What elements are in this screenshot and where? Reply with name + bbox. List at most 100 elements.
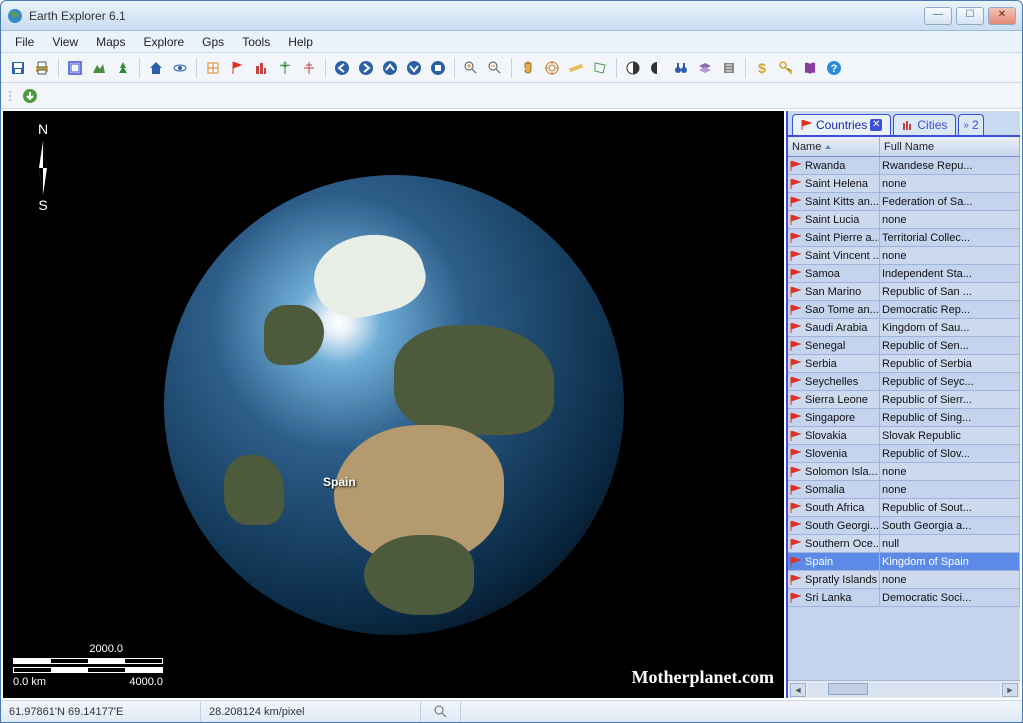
table-row[interactable]: SlovakiaSlovak Republic xyxy=(788,427,1020,445)
table-row[interactable]: Saint Helenanone xyxy=(788,175,1020,193)
cell-fullname: null xyxy=(880,535,1020,552)
table-row[interactable]: Somalianone xyxy=(788,481,1020,499)
menu-view[interactable]: View xyxy=(44,33,86,51)
table-row[interactable]: Sao Tome an...Democratic Rep... xyxy=(788,301,1020,319)
zoom-in-icon[interactable] xyxy=(460,57,482,79)
col-fullname[interactable]: Full Name xyxy=(880,137,1020,156)
table-row[interactable]: SloveniaRepublic of Slov... xyxy=(788,445,1020,463)
palm-icon[interactable] xyxy=(274,57,296,79)
flag-icon xyxy=(790,305,802,315)
status-search[interactable] xyxy=(421,701,461,722)
scroll-thumb[interactable] xyxy=(828,683,868,695)
settings-icon[interactable] xyxy=(718,57,740,79)
close-button[interactable]: ✕ xyxy=(988,7,1016,25)
flag-icon xyxy=(790,161,802,171)
print-icon[interactable] xyxy=(31,57,53,79)
table-row[interactable]: Spratly Islandsnone xyxy=(788,571,1020,589)
table-row[interactable]: RwandaRwandese Repu... xyxy=(788,157,1020,175)
map-view[interactable]: Spain N S 2000.0 0.0 km4000.0 Motherplan… xyxy=(3,111,784,698)
fullscreen-icon[interactable] xyxy=(64,57,86,79)
table-row[interactable]: Saint Lucianone xyxy=(788,211,1020,229)
toolbar-gripper[interactable] xyxy=(7,91,13,101)
col-name[interactable]: Name xyxy=(788,137,880,156)
flag-red-icon[interactable] xyxy=(226,57,248,79)
svg-text:$: $ xyxy=(758,60,766,76)
tab-close-icon[interactable]: ✕ xyxy=(870,119,882,131)
menu-tools[interactable]: Tools xyxy=(234,33,278,51)
cell-fullname: Republic of San ... xyxy=(880,283,1020,300)
menu-gps[interactable]: Gps xyxy=(194,33,232,51)
compass-south: S xyxy=(38,197,47,213)
maximize-button[interactable]: ☐ xyxy=(956,7,984,25)
scale-bar: 2000.0 0.0 km4000.0 xyxy=(13,643,163,688)
download-icon[interactable] xyxy=(19,85,41,107)
cell-fullname: none xyxy=(880,211,1020,228)
table-row[interactable]: SingaporeRepublic of Sing... xyxy=(788,409,1020,427)
arrow-down-icon[interactable] xyxy=(403,57,425,79)
table-row[interactable]: South Georgi...South Georgia a... xyxy=(788,517,1020,535)
menu-help[interactable]: Help xyxy=(280,33,321,51)
save-icon[interactable] xyxy=(7,57,29,79)
table-row[interactable]: SpainKingdom of Spain xyxy=(788,553,1020,571)
menu-explore[interactable]: Explore xyxy=(135,33,192,51)
layers-icon[interactable] xyxy=(694,57,716,79)
flag-icon xyxy=(790,251,802,261)
tree-icon[interactable] xyxy=(112,57,134,79)
key-icon[interactable] xyxy=(775,57,797,79)
tab-countries[interactable]: Countries ✕ xyxy=(792,114,891,135)
scroll-left-icon[interactable]: ◄ xyxy=(790,683,806,697)
table-row[interactable]: SeychellesRepublic of Seyc... xyxy=(788,373,1020,391)
dollar-icon[interactable]: $ xyxy=(751,57,773,79)
table-row[interactable]: Saint Pierre a...Territorial Collec... xyxy=(788,229,1020,247)
home-icon[interactable] xyxy=(145,57,167,79)
target-icon[interactable] xyxy=(541,57,563,79)
h-scrollbar[interactable]: ◄ ► xyxy=(788,680,1020,698)
table-row[interactable]: Saint Kitts an...Federation of Sa... xyxy=(788,193,1020,211)
ruler-icon[interactable] xyxy=(565,57,587,79)
cell-name: Spain xyxy=(788,553,880,570)
table-body[interactable]: RwandaRwandese Repu...Saint HelenanoneSa… xyxy=(788,157,1020,680)
table-row[interactable]: Sierra LeoneRepublic of Sierr... xyxy=(788,391,1020,409)
table-row[interactable]: Southern Oce...null xyxy=(788,535,1020,553)
arrow-up-icon[interactable] xyxy=(379,57,401,79)
orbit-icon[interactable] xyxy=(169,57,191,79)
terrain-icon[interactable] xyxy=(88,57,110,79)
city-icon[interactable] xyxy=(250,57,272,79)
hand-icon[interactable] xyxy=(517,57,539,79)
minimize-button[interactable]: — xyxy=(924,7,952,25)
table-row[interactable]: Sri LankaDemocratic Soci... xyxy=(788,589,1020,607)
flag-icon xyxy=(790,323,802,333)
daynight-icon[interactable] xyxy=(622,57,644,79)
cell-name: Rwanda xyxy=(788,157,880,174)
table-row[interactable]: South AfricaRepublic of Sout... xyxy=(788,499,1020,517)
flag-icon xyxy=(790,575,802,585)
zoom-out-icon[interactable] xyxy=(484,57,506,79)
menu-maps[interactable]: Maps xyxy=(88,33,133,51)
scroll-track[interactable] xyxy=(808,683,1000,697)
stop-icon[interactable] xyxy=(427,57,449,79)
watermark: Motherplanet.com xyxy=(632,667,774,688)
area-icon[interactable] xyxy=(589,57,611,79)
grid-icon[interactable] xyxy=(202,57,224,79)
table-row[interactable]: San MarinoRepublic of San ... xyxy=(788,283,1020,301)
table-row[interactable]: Solomon Isla...none xyxy=(788,463,1020,481)
table-row[interactable]: SamoaIndependent Sta... xyxy=(788,265,1020,283)
menu-file[interactable]: File xyxy=(7,33,42,51)
tab-more[interactable]: »2 xyxy=(958,114,983,135)
contrast-icon[interactable] xyxy=(646,57,668,79)
arrow-left-icon[interactable] xyxy=(331,57,353,79)
arrow-right-icon[interactable] xyxy=(355,57,377,79)
toolbar-secondary xyxy=(1,83,1022,109)
binoculars-icon[interactable] xyxy=(670,57,692,79)
table-row[interactable]: SerbiaRepublic of Serbia xyxy=(788,355,1020,373)
table-row[interactable]: Saint Vincent ...none xyxy=(788,247,1020,265)
book-icon[interactable] xyxy=(799,57,821,79)
cell-fullname: Democratic Soci... xyxy=(880,589,1020,606)
cell-fullname: Territorial Collec... xyxy=(880,229,1020,246)
table-row[interactable]: Saudi ArabiaKingdom of Sau... xyxy=(788,319,1020,337)
waypoint-icon[interactable] xyxy=(298,57,320,79)
scroll-right-icon[interactable]: ► xyxy=(1002,683,1018,697)
help-icon[interactable]: ? xyxy=(823,57,845,79)
tab-cities[interactable]: Cities xyxy=(893,114,956,135)
table-row[interactable]: SenegalRepublic of Sen... xyxy=(788,337,1020,355)
